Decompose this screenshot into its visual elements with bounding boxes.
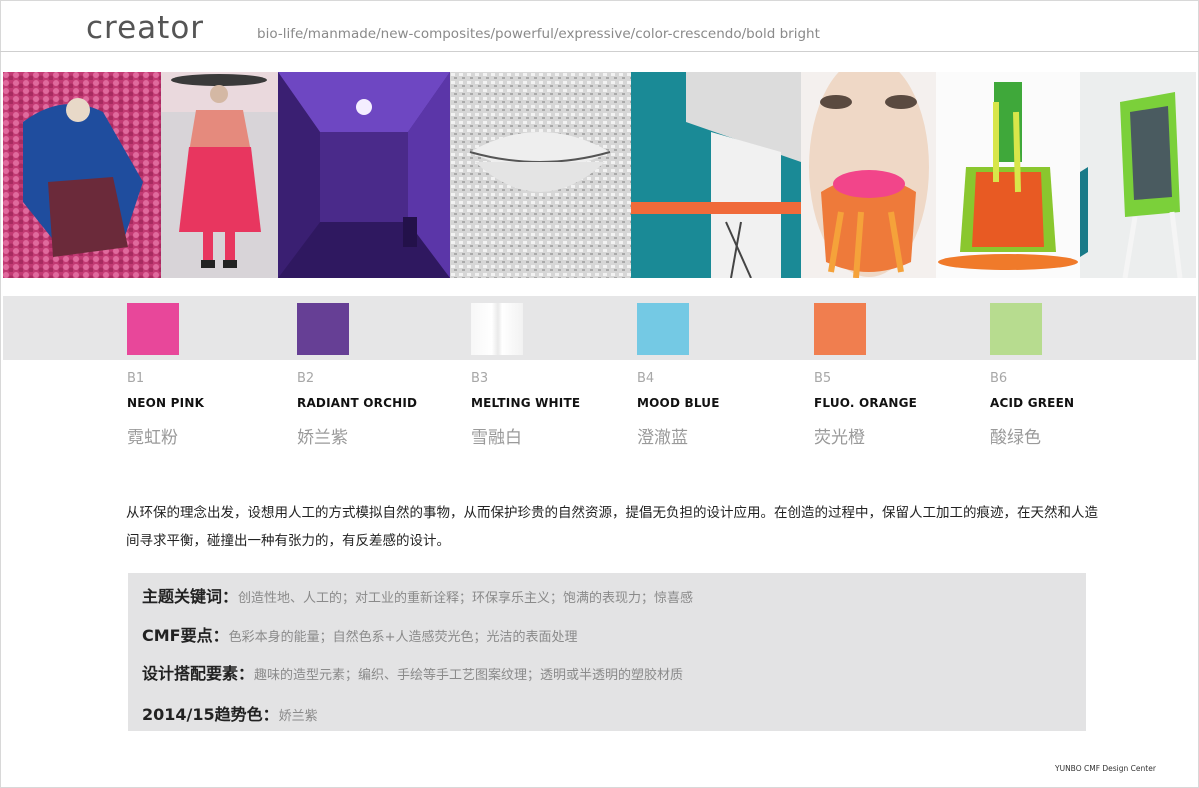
theme-description: 从环保的理念出发，设想用人工的方式模拟自然的事物，从而保护珍贵的自然资源，提倡无… bbox=[126, 505, 1098, 549]
page-subtitle: bio-life/manmade/new-composites/powerful… bbox=[257, 26, 820, 42]
keyword-value: 色彩本身的能量；自然色系+人造感荧光色；光洁的表面处理 bbox=[228, 630, 578, 645]
color-name: FLUO. ORANGE bbox=[814, 396, 918, 410]
color-name-chinese: 雪融白 bbox=[471, 428, 522, 448]
photo-runway-red-dress bbox=[161, 72, 278, 278]
color-name-chinese: 娇兰紫 bbox=[297, 428, 348, 448]
swatch-radiant-orchid bbox=[297, 303, 349, 355]
swatch-acid-green bbox=[990, 303, 1042, 355]
header-divider bbox=[0, 51, 1199, 52]
color-code: B1 bbox=[127, 371, 145, 386]
swatch-melting-white bbox=[471, 303, 523, 355]
swatch-fluo-orange bbox=[814, 303, 866, 355]
color-name: ACID GREEN bbox=[990, 396, 1075, 410]
color-name: NEON PINK bbox=[127, 396, 205, 410]
keyword-value: 娇兰紫 bbox=[278, 709, 318, 724]
color-name: MELTING WHITE bbox=[471, 396, 581, 410]
swatch-neon-pink bbox=[127, 303, 179, 355]
color-code: B6 bbox=[990, 371, 1008, 386]
color-name-chinese: 霓虹粉 bbox=[127, 428, 178, 448]
color-name: MOOD BLUE bbox=[637, 396, 720, 410]
mood-photo-strip bbox=[3, 72, 1196, 278]
photo-green-monitor bbox=[1080, 72, 1196, 278]
keyword-row: 主题关键词：创造性地、人工的；对工业的重新诠释；环保享乐主义；饱满的表现力；惊喜… bbox=[142, 583, 693, 607]
color-name-chinese: 澄澈蓝 bbox=[637, 428, 688, 448]
footer-credit: YUNBO CMF Design Center bbox=[1055, 764, 1156, 773]
keyword-row: 设计搭配要素：趣味的造型元素；编织、手绘等手工艺图案纹理；透明或半透明的塑胶材质 bbox=[142, 660, 683, 684]
keyword-label: 2014/15趋势色： bbox=[142, 705, 279, 724]
photo-tulip-field-figure bbox=[3, 72, 161, 278]
keyword-row: 2014/15趋势色：娇兰紫 bbox=[142, 701, 318, 725]
color-name-chinese: 荧光橙 bbox=[814, 428, 865, 448]
page-title: creator bbox=[86, 10, 205, 46]
keyword-value: 创造性地、人工的；对工业的重新诠释；环保享乐主义；饱满的表现力；惊喜感 bbox=[238, 591, 694, 606]
photo-purple-room bbox=[278, 72, 450, 278]
keyword-row: CMF要点：色彩本身的能量；自然色系+人造感荧光色；光洁的表面处理 bbox=[142, 622, 578, 646]
color-code: B5 bbox=[814, 371, 832, 386]
photo-painted-face bbox=[801, 72, 936, 278]
keyword-value: 趣味的造型元素；编织、手绘等手工艺图案纹理；透明或半透明的塑胶材质 bbox=[254, 668, 684, 683]
swatch-mood-blue bbox=[637, 303, 689, 355]
color-code: B3 bbox=[471, 371, 489, 386]
color-code: B4 bbox=[637, 371, 655, 386]
color-code: B2 bbox=[297, 371, 315, 386]
color-name: RADIANT ORCHID bbox=[297, 396, 418, 410]
photo-melting-bottle bbox=[936, 72, 1080, 278]
color-name-chinese: 酸绿色 bbox=[990, 428, 1041, 448]
keyword-label: 主题关键词： bbox=[142, 587, 239, 606]
photo-teal-wall-shelf bbox=[631, 72, 801, 278]
keyword-label: 设计搭配要素： bbox=[142, 664, 255, 683]
keyword-box: 主题关键词：创造性地、人工的；对工业的重新诠释；环保享乐主义；饱满的表现力；惊喜… bbox=[128, 573, 1086, 731]
photo-crystal-lips bbox=[450, 72, 631, 278]
keyword-label: CMF要点： bbox=[142, 626, 229, 645]
